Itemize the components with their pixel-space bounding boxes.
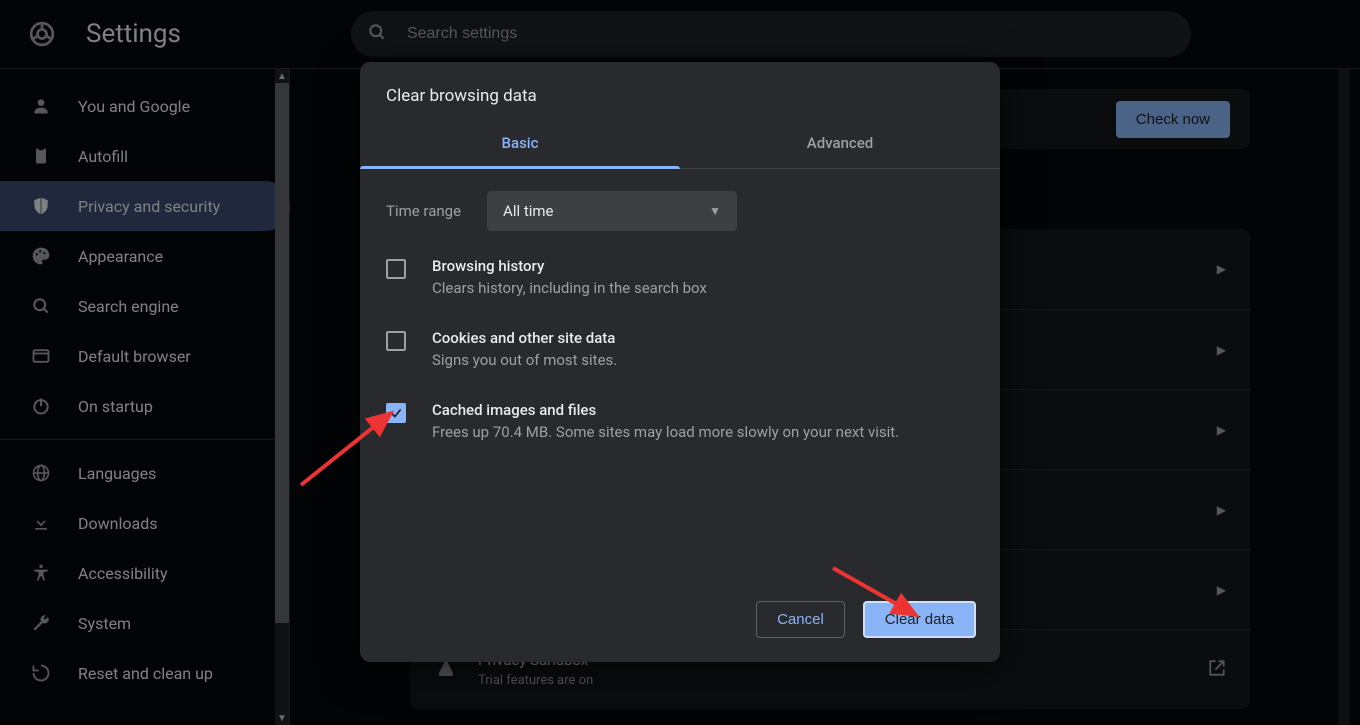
dialog-tabs: Basic Advanced	[360, 124, 1000, 169]
time-range-value: All time	[503, 202, 553, 220]
caret-down-icon: ▼	[709, 204, 721, 218]
clear-data-button[interactable]: Clear data	[863, 601, 976, 638]
checkbox-cookies[interactable]	[386, 331, 406, 351]
option-browsing-history: Browsing history Clears history, includi…	[360, 241, 1000, 313]
time-range-row: Time range All time ▼	[360, 169, 1000, 241]
checkbox-cached[interactable]	[386, 403, 406, 423]
option-title: Browsing history	[432, 257, 707, 275]
tab-advanced[interactable]: Advanced	[680, 124, 1000, 168]
option-sub: Clears history, including in the search …	[432, 279, 707, 297]
time-range-select[interactable]: All time ▼	[487, 191, 737, 231]
cancel-button[interactable]: Cancel	[756, 601, 845, 638]
option-title: Cached images and files	[432, 401, 899, 419]
tab-basic[interactable]: Basic	[360, 124, 680, 168]
dialog-title: Clear browsing data	[360, 62, 1000, 124]
dialog-footer: Cancel Clear data	[360, 583, 1000, 662]
clear-browsing-data-dialog: Clear browsing data Basic Advanced Time …	[360, 62, 1000, 662]
option-cookies: Cookies and other site data Signs you ou…	[360, 313, 1000, 385]
option-cached: Cached images and files Frees up 70.4 MB…	[360, 385, 1000, 457]
option-title: Cookies and other site data	[432, 329, 617, 347]
time-range-label: Time range	[386, 202, 461, 220]
option-sub: Signs you out of most sites.	[432, 351, 617, 369]
checkbox-browsing-history[interactable]	[386, 259, 406, 279]
option-sub: Frees up 70.4 MB. Some sites may load mo…	[432, 423, 899, 441]
